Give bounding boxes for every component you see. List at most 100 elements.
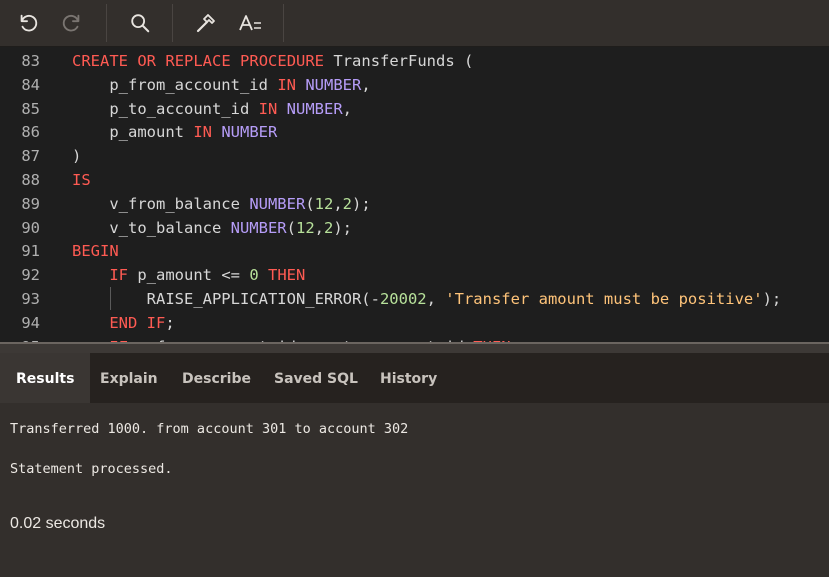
code-token: ( [305,194,315,213]
toolbar-separator [283,4,284,42]
tab-describe[interactable]: Describe [166,353,267,403]
code-token: REPLACE [165,52,231,70]
line-number: 86 [21,123,40,142]
code-token: PROCEDURE [240,52,325,70]
code-text: IF p_amount <= 0 THEN [72,263,305,287]
line-number: 85 [21,99,40,118]
code-token: IN [193,123,212,142]
code-token: ); [762,290,782,308]
code-token: , [342,99,352,118]
code-token: IN [277,75,296,94]
undo-button[interactable] [12,8,44,38]
tab-explain[interactable]: Explain [84,353,174,403]
code-line[interactable]: 88 IS [0,168,829,192]
code-text: v_to_balance NUMBER(12,2); [72,216,352,240]
build-button[interactable] [190,8,222,38]
tab-results[interactable]: Results [0,353,91,403]
code-line[interactable]: 87) [0,144,829,168]
code-token: 20002 [379,290,427,308]
code-text: p_from_account_id IN NUMBER, [72,73,370,97]
line-number: 84 [21,75,40,94]
code-line[interactable]: 91 BEGIN [0,239,829,263]
code-token: ); [352,194,371,213]
line-number: 83 [21,52,40,70]
code-token: , [314,218,324,237]
find-button[interactable] [124,8,156,38]
code-token: 12 [295,218,315,237]
format-button[interactable] [234,8,266,38]
code-token: NUMBER [249,194,306,213]
line-number: 91 [21,242,40,261]
code-line[interactable]: 89 v_from_balance NUMBER(12,2); [0,192,829,216]
tab-history[interactable]: History [364,353,453,403]
code-token: THEN [268,266,306,285]
code-token: p_from_account_id [72,75,278,94]
code-editor[interactable]: 83 CREATE OR REPLACE PROCEDURE TransferFu… [0,47,829,342]
code-line[interactable]: 95 IF p_from_account_id = p_to_account_i… [0,335,829,342]
results-tab-bar: Results Explain Describe Saved SQL History [0,353,829,403]
search-icon [131,14,150,33]
code-token: IS [72,171,91,189]
code-line[interactable]: 93 RAISE_APPLICATION_ERROR(-20002, 'Tran… [0,287,829,311]
code-line[interactable]: 83 CREATE OR REPLACE PROCEDURE TransferFu… [0,49,829,73]
code-token: IN [258,99,278,118]
code-token: p_amount [72,123,194,142]
code-line[interactable]: 90 v_to_balance NUMBER(12,2); [0,216,829,240]
line-number: 90 [21,218,40,237]
toolbar [0,0,829,47]
code-token: BEGIN [72,242,119,261]
line-number: 88 [21,171,40,189]
code-text: IS [72,168,91,192]
code-token: 2 [342,194,353,213]
code-token: NUMBER [286,99,343,118]
code-line[interactable]: 84 p_from_account_id IN NUMBER, [0,73,829,97]
code-text: END IF; [72,311,175,335]
code-token: TransferFunds ( [324,52,474,70]
code-token: 2 [324,218,334,237]
line-number: 95 [0,335,40,342]
redo-icon [62,14,80,32]
code-token: ) [72,147,82,166]
code-token: , [426,290,446,308]
code-line[interactable]: 86 p_amount IN NUMBER [0,120,829,144]
line-number: 93 [21,290,40,308]
toolbar-separator [106,4,107,42]
code-token: CREATE [72,52,128,70]
pane-splitter[interactable] [0,342,829,353]
results-panel: Transferred 1000. from account 301 to ac… [0,403,829,577]
code-token: RAISE_APPLICATION_ERROR(- [72,290,380,308]
code-token: ); [333,218,353,237]
code-text: IF p_from_account_id = p_to_account_id T… [72,335,510,342]
code-text: BEGIN [72,239,119,263]
hammer-icon [196,14,215,33]
statement-status: Statement processed. [10,461,173,477]
undo-icon [20,14,38,32]
line-number: 92 [21,266,40,285]
code-token: END [109,313,138,332]
code-token: NUMBER [230,218,287,237]
output-line: Transferred 1000. from account 301 to ac… [10,421,409,437]
code-line[interactable]: 94 END IF; [0,311,829,335]
code-line[interactable]: 92 IF p_amount <= 0 THEN [0,263,829,287]
code-token: ; [165,313,175,332]
code-token: 'Transfer amount must be positive' [445,290,763,308]
code-line[interactable]: 85 p_to_account_id IN NUMBER, [0,97,829,121]
code-token: 12 [314,194,334,213]
code-token: NUMBER [221,123,278,142]
code-text: RAISE_APPLICATION_ERROR(-20002, 'Transfe… [72,287,782,311]
code-token: IF [146,313,166,332]
line-number: 89 [21,194,40,213]
code-token: NUMBER [305,75,362,94]
code-text: ) [72,144,81,168]
redo-button[interactable] [56,8,88,38]
tab-saved-sql[interactable]: Saved SQL [258,353,374,403]
code-token: ( [286,218,296,237]
code-token: p_to_account_id [72,99,259,118]
